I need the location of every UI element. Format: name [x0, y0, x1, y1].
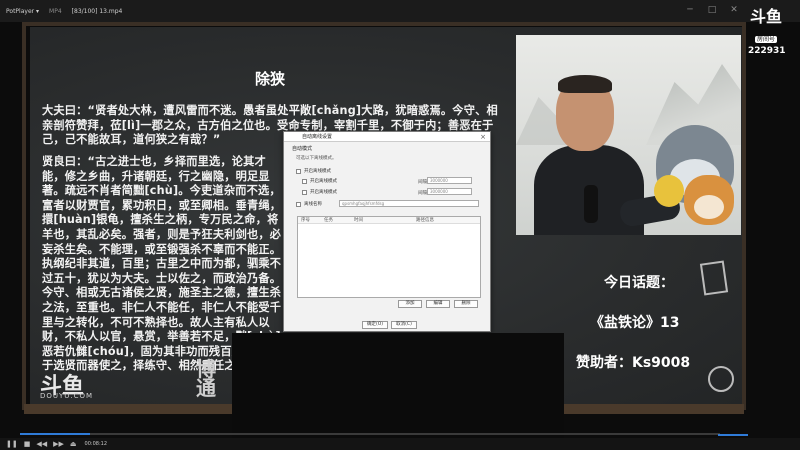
ok-button[interactable]: 确定(O)	[362, 321, 388, 329]
file-name: [83/100] 13.mp4	[71, 7, 123, 15]
room-id: 222931	[748, 46, 786, 56]
add-button[interactable]: 添加	[398, 300, 422, 308]
player-controls: ❚❚ ■ ◀◀ ▶▶ ⏏ 00:08:12	[0, 438, 800, 450]
player-titlebar: PotPlayer ▾ MP4 [83/100] 13.mp4 ─ □ ✕	[0, 0, 800, 22]
webcam-feed	[516, 35, 741, 235]
board-stamp: 博 通	[196, 357, 216, 400]
app-name-button[interactable]: PotPlayer ▾	[6, 8, 39, 15]
col-index: 序号	[301, 218, 310, 223]
streamer	[534, 75, 682, 235]
option-a-label: 开启离线模式	[310, 179, 337, 184]
board-title: 除狭	[254, 70, 285, 88]
seek-bar-fill	[20, 433, 90, 435]
maximize-icon[interactable]: □	[706, 4, 718, 16]
delete-button[interactable]: 删除	[454, 300, 478, 308]
name-input[interactable]: qpsmhgfaqjhfsmfdsg	[339, 200, 479, 207]
corner-logo: 斗鱼 房间号	[745, 8, 787, 45]
dialog-close-icon[interactable]: ×	[480, 132, 486, 142]
edit-button[interactable]: 编辑	[426, 300, 450, 308]
offline-settings-dialog: 自动离线设置 × 自动模式 可选以下离线模式。 开启离线模式 开启离线模式 间隔…	[283, 131, 491, 332]
option-b-checkbox[interactable]: 开启离线模式	[302, 189, 337, 195]
col-path: 路径信息	[416, 218, 434, 223]
yellow-plush	[654, 175, 684, 207]
option-b-label: 开启离线模式	[310, 190, 337, 195]
topic-label: 今日话题：	[604, 275, 674, 291]
main-checkbox[interactable]: 开启离线模式	[296, 168, 331, 174]
notebook-icon	[699, 260, 729, 296]
name-checkbox[interactable]: 离线名称	[296, 201, 322, 207]
close-icon[interactable]: ✕	[728, 4, 740, 16]
format-label: MP4	[49, 7, 62, 15]
stop-icon[interactable]: ■	[24, 440, 31, 448]
room-tag: 房间号	[754, 36, 777, 43]
seek-bar[interactable]	[20, 433, 720, 435]
interval-input-2[interactable]: 3000000	[427, 188, 472, 195]
volume-bar[interactable]	[718, 434, 748, 436]
name-checkbox-label: 离线名称	[304, 202, 322, 207]
dialog-desc: 可选以下离线模式。	[296, 156, 337, 161]
microphone	[584, 185, 598, 223]
corner-brand: 斗鱼	[749, 7, 782, 26]
main-checkbox-label: 开启离线模式	[304, 169, 331, 174]
col-time: 时间	[354, 218, 363, 223]
window-buttons: ─ □ ✕	[684, 4, 740, 16]
interval-label-2: 间隔	[418, 191, 427, 196]
eject-icon[interactable]: ⏏	[70, 440, 77, 448]
cancel-button[interactable]: 取消(C)	[391, 321, 417, 329]
next-icon[interactable]: ▶▶	[53, 440, 64, 448]
dialog-title-text: 自动离线设置	[302, 134, 333, 140]
previous-icon[interactable]: ◀◀	[36, 440, 47, 448]
dialog-section: 自动模式	[292, 146, 313, 152]
option-a-checkbox[interactable]: 开启离线模式	[302, 178, 337, 184]
pause-icon[interactable]: ❚❚	[6, 440, 18, 448]
interval-label: 间隔	[418, 180, 427, 185]
timecode: 00:08:12	[84, 441, 108, 447]
douyu-logo-sub: DOUYU.COM	[40, 392, 94, 400]
task-table: 序号 任务 时间 路径信息	[297, 216, 481, 298]
globe-icon	[708, 366, 734, 392]
book-title: 《盐铁论》13	[590, 315, 680, 331]
dog-plush	[684, 175, 734, 225]
col-task: 任务	[324, 218, 333, 223]
sponsor-label: 赞助者：Ks9008	[576, 355, 691, 371]
dialog-title: 自动离线设置 ×	[284, 132, 490, 142]
interval-input[interactable]: 3000000	[427, 177, 472, 184]
minimize-icon[interactable]: ─	[684, 4, 696, 16]
